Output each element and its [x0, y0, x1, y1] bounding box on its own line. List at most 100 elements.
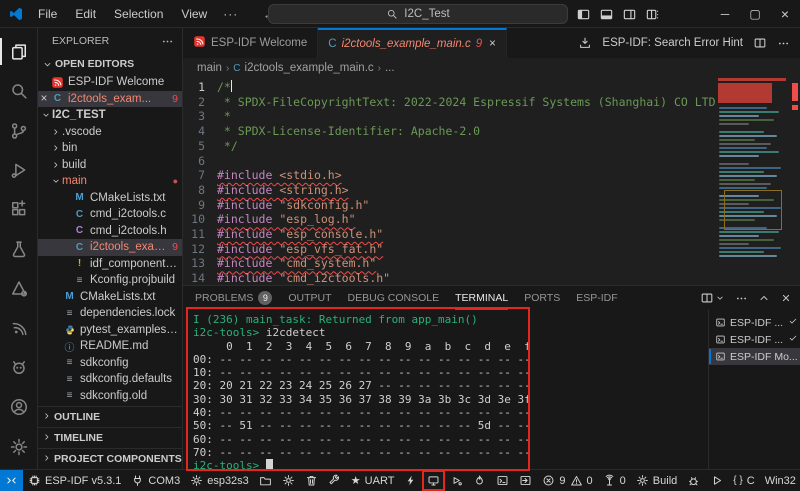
- status-run[interactable]: [705, 470, 728, 491]
- tree-item-main[interactable]: main●: [38, 173, 182, 190]
- tree-item-i2ctools-example-[interactable]: Ci2ctools_example...9: [38, 239, 182, 256]
- panel-tab-problems[interactable]: PROBLEMS9: [195, 286, 272, 310]
- editor-tab[interactable]: Ci2ctools_example_main.c9×: [318, 28, 507, 58]
- tree-item-cmakelists-txt[interactable]: MCMakeLists.txt: [38, 289, 182, 306]
- status-debug[interactable]: [445, 470, 468, 491]
- open-editor-item[interactable]: ×Ci2ctools_exam...9: [38, 91, 182, 108]
- command-center-search[interactable]: I2C_Test: [268, 4, 568, 24]
- layout-sidebar-right-icon[interactable]: [622, 7, 637, 22]
- editor-tab[interactable]: ESP-IDF Welcome: [183, 28, 318, 58]
- panel-tab-debug-console[interactable]: DEBUG CONSOLE: [348, 286, 440, 310]
- menu-file[interactable]: File: [30, 4, 65, 24]
- status-flash[interactable]: [399, 470, 422, 491]
- status-flash-method[interactable]: ★UART: [346, 470, 400, 491]
- activity-search[interactable]: [0, 71, 38, 110]
- code-editor[interactable]: 1/*2 * SPDX-FileCopyrightText: 2022-2024…: [183, 78, 800, 285]
- layout-sidebar-left-icon[interactable]: [576, 7, 591, 22]
- status-openocd[interactable]: [682, 470, 705, 491]
- open-editor-item[interactable]: ESP-IDF Welcome: [38, 74, 182, 91]
- terminal-instance[interactable]: ESP-IDF ...: [709, 314, 800, 331]
- section-outline[interactable]: OUTLINE: [38, 406, 182, 427]
- panel-tab-terminal[interactable]: TERMINAL: [455, 286, 508, 310]
- activity-extensions[interactable]: [0, 190, 38, 229]
- status-qemu[interactable]: [468, 470, 491, 491]
- layout-panel-icon[interactable]: [599, 7, 614, 22]
- status-platform[interactable]: Win32: [760, 470, 800, 491]
- breadcrumb[interactable]: main›Ci2ctools_example_main.c›...: [183, 58, 800, 78]
- more-actions-icon[interactable]: [777, 37, 790, 50]
- search-error-hint-action[interactable]: ESP-IDF: Search Error Hint: [602, 37, 743, 49]
- open-editors-header[interactable]: OPEN EDITORS: [38, 54, 182, 74]
- activity-espressif-ide[interactable]: [0, 308, 38, 347]
- close-editor-icon[interactable]: ×: [38, 93, 50, 105]
- menu-view[interactable]: View: [173, 4, 215, 24]
- split-terminal-icon[interactable]: [700, 291, 714, 305]
- close-button[interactable]: ×: [770, 0, 800, 28]
- chevron-down-icon[interactable]: [715, 293, 725, 303]
- activity-testing[interactable]: [0, 229, 38, 268]
- minimize-button[interactable]: ─: [710, 0, 740, 28]
- terminal-output[interactable]: I (236) main_task: Returned from app_mai…: [183, 310, 708, 469]
- activity-settings[interactable]: [0, 427, 38, 467]
- status-language-mode[interactable]: { }C: [728, 470, 759, 491]
- menu-more[interactable]: ···: [217, 4, 244, 24]
- tree-item-kconfig-projbuild[interactable]: ≡Kconfig.projbuild: [38, 272, 182, 289]
- status-commands[interactable]: [514, 470, 537, 491]
- terminal-instance[interactable]: ESP-IDF ...: [709, 331, 800, 348]
- status-monitor[interactable]: [422, 470, 445, 491]
- tree-item-pytest-examples-i2c-to-[interactable]: pytest_examples_i2c_to...: [38, 322, 182, 339]
- status-idf-terminal[interactable]: [491, 470, 514, 491]
- status-full-clean[interactable]: [300, 470, 323, 491]
- status-custom-task[interactable]: [323, 470, 346, 491]
- activity-source-control[interactable]: [0, 111, 38, 150]
- tree-item-cmd-i2ctools-c[interactable]: Ccmd_i2ctools.c: [38, 206, 182, 223]
- status-ports-forwarded[interactable]: 0: [598, 470, 631, 491]
- close-tab-icon[interactable]: ×: [489, 38, 496, 50]
- status-menuconfig[interactable]: [277, 470, 300, 491]
- activity-espidf-device[interactable]: [0, 348, 38, 387]
- menu-selection[interactable]: Selection: [106, 4, 171, 24]
- tree-item-cmd-i2ctools-h[interactable]: Ccmd_i2ctools.h: [38, 223, 182, 240]
- tree-item-bin[interactable]: bin: [38, 140, 182, 157]
- minimap[interactable]: [716, 78, 790, 285]
- maximize-panel-icon[interactable]: [758, 292, 770, 304]
- layout-custom-icon[interactable]: [645, 7, 660, 22]
- status-problems[interactable]: 90: [537, 470, 597, 491]
- breadcrumb-item[interactable]: ...: [385, 62, 395, 74]
- activity-explorer[interactable]: [0, 32, 38, 71]
- tree-item-idf-component-yml[interactable]: !idf_component.yml: [38, 256, 182, 273]
- status-build-task[interactable]: Build: [631, 470, 682, 491]
- status-serial-port[interactable]: COM3: [126, 470, 185, 491]
- activity-account[interactable]: [0, 387, 38, 427]
- tree-item--vscode[interactable]: .vscode: [38, 124, 182, 141]
- panel-tab-output[interactable]: OUTPUT: [288, 286, 331, 310]
- tree-item-sdkconfig-defaults[interactable]: ≡sdkconfig.defaults: [38, 371, 182, 388]
- tree-item-i2c-test[interactable]: I2C_TEST: [38, 107, 182, 124]
- breadcrumb-item[interactable]: i2ctools_example_main.c: [245, 62, 374, 74]
- status-remote[interactable]: [0, 470, 23, 491]
- section-timeline[interactable]: TIMELINE: [38, 427, 182, 448]
- breadcrumb-item[interactable]: main: [197, 62, 222, 74]
- tree-item-sdkconfig[interactable]: ≡sdkconfig: [38, 355, 182, 372]
- install-icon[interactable]: [578, 36, 592, 50]
- panel-more-icon[interactable]: [735, 292, 748, 305]
- sidebar-more-icon[interactable]: [161, 35, 174, 48]
- tree-item-build[interactable]: build: [38, 157, 182, 174]
- maximize-button[interactable]: ▢: [740, 0, 770, 28]
- activity-run-debug[interactable]: [0, 150, 38, 189]
- tree-item-readme-md[interactable]: ⓘREADME.md: [38, 338, 182, 355]
- panel-tab-esp-idf[interactable]: ESP-IDF: [576, 286, 617, 310]
- status-espidf-version[interactable]: ESP-IDF v5.3.1: [23, 470, 126, 491]
- activity-espidf-explorer[interactable]: [0, 269, 38, 308]
- status-device-target[interactable]: esp32s3: [185, 470, 254, 491]
- close-panel-icon[interactable]: [780, 292, 792, 304]
- split-editor-icon[interactable]: [753, 36, 767, 50]
- overview-ruler[interactable]: [790, 78, 800, 285]
- panel-tab-ports[interactable]: PORTS: [524, 286, 560, 310]
- section-project-components[interactable]: PROJECT COMPONENTS: [38, 448, 182, 469]
- tree-item-cmakelists-txt[interactable]: MCMakeLists.txt: [38, 190, 182, 207]
- tree-item-dependencies-lock[interactable]: ≡dependencies.lock: [38, 305, 182, 322]
- menu-edit[interactable]: Edit: [67, 4, 104, 24]
- terminal-instance[interactable]: ESP-IDF Mo...: [709, 348, 800, 365]
- status-flash-type[interactable]: [254, 470, 277, 491]
